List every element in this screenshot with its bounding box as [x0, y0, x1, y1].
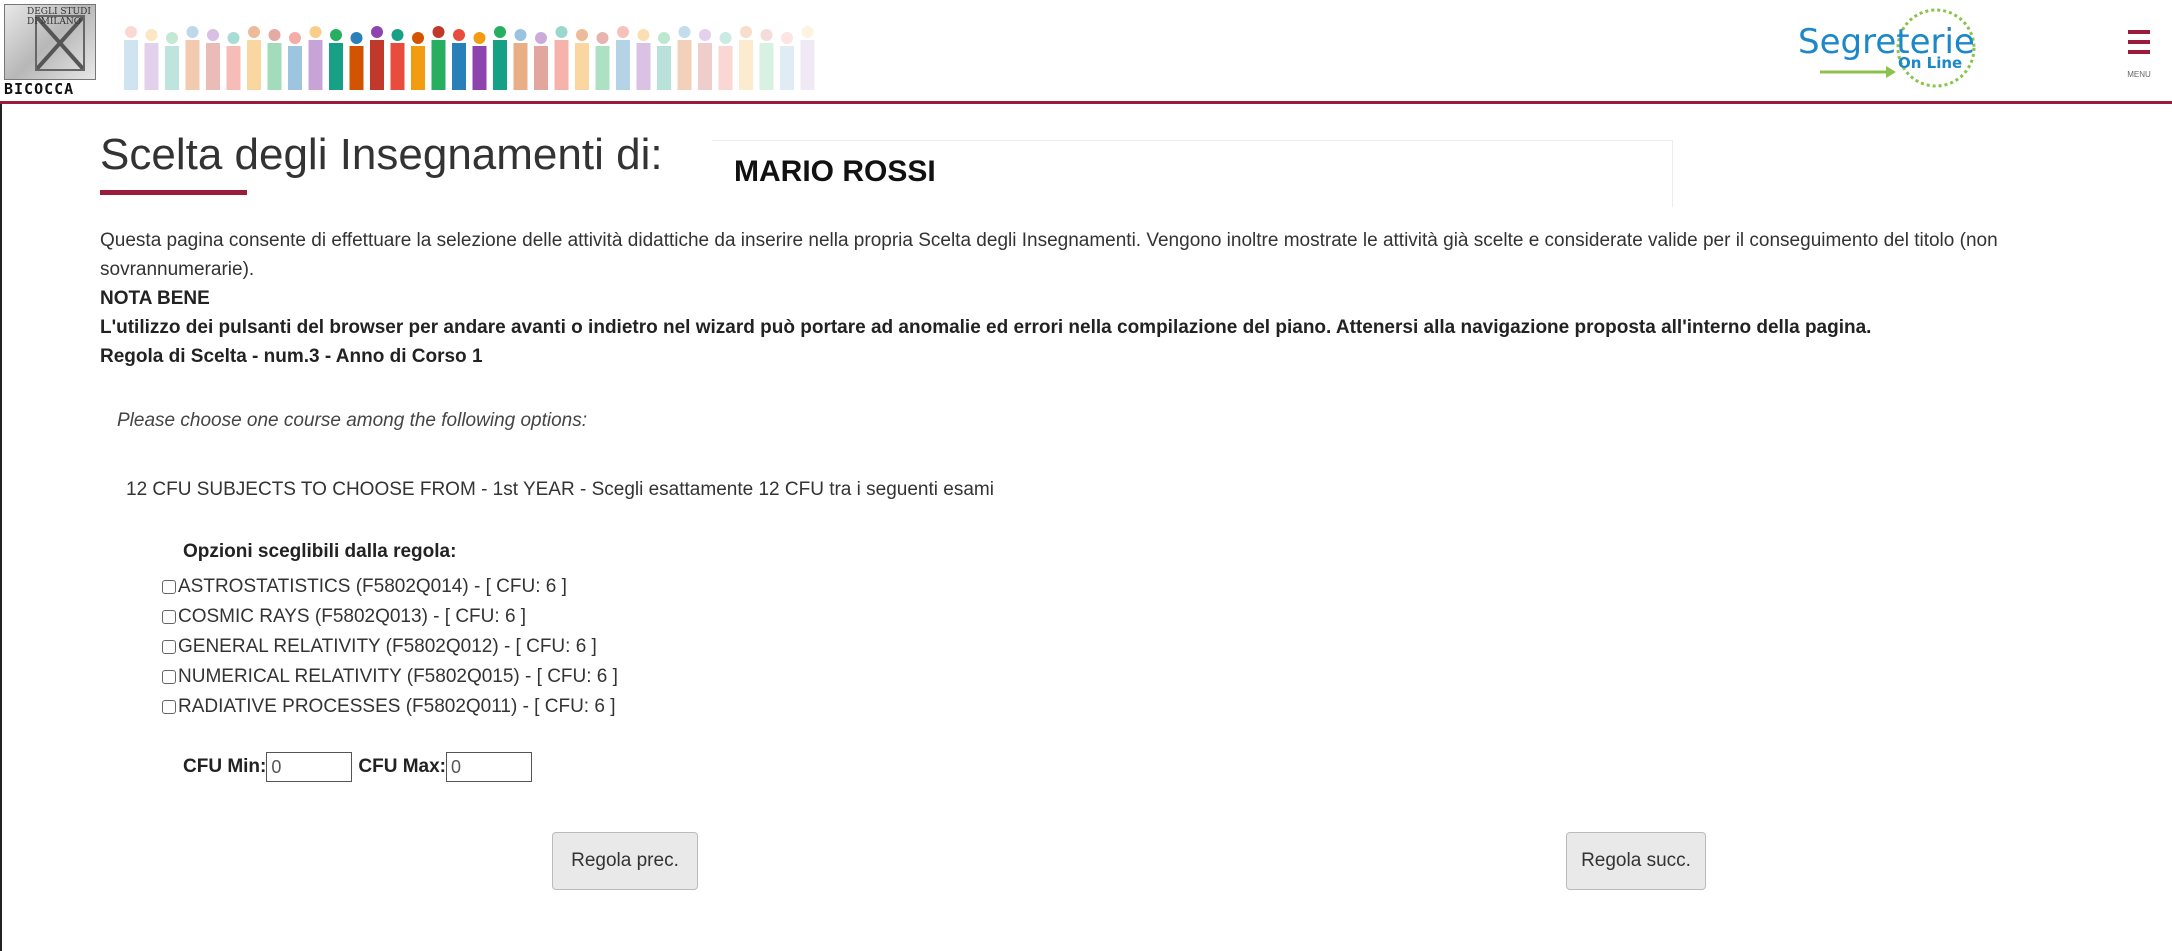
option-label: GENERAL RELATIVITY (F5802Q012) - [ CFU: …: [178, 636, 597, 657]
option-label: COSMIC RAYS (F5802Q013) - [ CFU: 6 ]: [178, 606, 527, 627]
intro-section: Questa pagina consente di effettuare la …: [100, 226, 2140, 371]
cfu-max-label: CFU Max:: [358, 756, 446, 777]
cfu-min-label: CFU Min:: [183, 756, 267, 777]
student-name-box: MARIO ROSSI: [712, 140, 1673, 207]
menu-label: MENU: [2127, 70, 2151, 79]
logo-university-text: DEGLI STUDI DI MILANO: [27, 7, 91, 27]
option-checkbox[interactable]: [162, 610, 176, 624]
header-bar: DEGLI STUDI DI MILANO BICOCCA Segreterie…: [0, 0, 2172, 104]
rule-heading: Regola di Scelta - num.3 - Anno di Corso…: [100, 346, 483, 367]
student-name: MARIO ROSSI: [734, 155, 936, 188]
options-list: ASTROSTATISTICS (F5802Q014) - [ CFU: 6 ]…: [162, 572, 618, 722]
logo-name: BICOCCA: [4, 80, 75, 98]
option-astrostatistics[interactable]: ASTROSTATISTICS (F5802Q014) - [ CFU: 6 ]: [162, 572, 618, 602]
option-numerical-relativity[interactable]: NUMERICAL RELATIVITY (F5802Q015) - [ CFU…: [162, 662, 618, 692]
hamburger-icon-bar: [2128, 50, 2150, 54]
option-general-relativity[interactable]: GENERAL RELATIVITY (F5802Q012) - [ CFU: …: [162, 632, 618, 662]
nota-bene-label: NOTA BENE: [100, 288, 210, 309]
page-title: Scelta degli Insegnamenti di:: [100, 130, 663, 179]
university-logo[interactable]: DEGLI STUDI DI MILANO BICOCCA: [4, 4, 96, 98]
people-banner-image: [124, 26, 815, 90]
option-label: RADIATIVE PROCESSES (F5802Q011) - [ CFU:…: [178, 696, 616, 717]
menu-button[interactable]: MENU: [2118, 26, 2162, 86]
title-underline: [100, 190, 247, 195]
option-label: ASTROSTATISTICS (F5802Q014) - [ CFU: 6 ]: [178, 576, 567, 597]
hamburger-icon-bar: [2128, 40, 2150, 44]
previous-rule-button[interactable]: Regola prec.: [552, 832, 698, 890]
crest-icon: DEGLI STUDI DI MILANO: [4, 4, 96, 80]
option-checkbox[interactable]: [162, 670, 176, 684]
option-checkbox[interactable]: [162, 700, 176, 714]
cfu-max-field[interactable]: [446, 752, 532, 782]
options-title: Opzioni sceglibili dalla regola:: [183, 541, 457, 562]
hamburger-icon: [2128, 30, 2150, 34]
next-rule-button[interactable]: Regola succ.: [1566, 832, 1706, 890]
option-checkbox[interactable]: [162, 580, 176, 594]
segreterie-online-logo[interactable]: Segreterie On Line: [1790, 6, 1990, 96]
option-checkbox[interactable]: [162, 640, 176, 654]
option-radiative-processes[interactable]: RADIATIVE PROCESSES (F5802Q011) - [ CFU:…: [162, 692, 618, 722]
rule-note: Please choose one course among the follo…: [117, 410, 588, 431]
intro-text: Questa pagina consente di effettuare la …: [100, 230, 1998, 280]
option-label: NUMERICAL RELATIVITY (F5802Q015) - [ CFU…: [178, 666, 618, 687]
rule-description: 12 CFU SUBJECTS TO CHOOSE FROM - 1st YEA…: [126, 479, 994, 500]
option-cosmic-rays[interactable]: COSMIC RAYS (F5802Q013) - [ CFU: 6 ]: [162, 602, 618, 632]
warning-text: L'utilizzo dei pulsanti del browser per …: [100, 317, 1872, 338]
segreterie-logo-sub: On Line: [1898, 54, 1963, 72]
cfu-range: CFU Min: CFU Max:: [183, 750, 538, 784]
cfu-min-field[interactable]: [266, 752, 353, 782]
